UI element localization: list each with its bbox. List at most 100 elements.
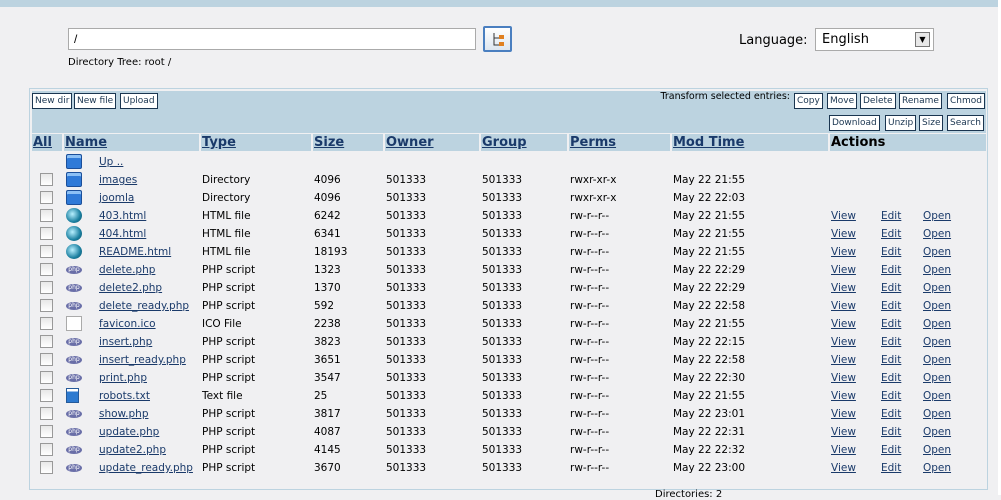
edit-link[interactable]: Edit xyxy=(881,372,901,384)
file-name-link[interactable]: insert_ready.php xyxy=(99,354,186,366)
file-name-link[interactable]: update.php xyxy=(99,426,159,438)
move-button[interactable]: Move xyxy=(827,93,858,109)
edit-link[interactable]: Edit xyxy=(881,318,901,330)
view-link[interactable]: View xyxy=(831,444,856,456)
view-link[interactable]: View xyxy=(831,372,856,384)
up-link[interactable]: Up .. xyxy=(99,156,123,168)
chmod-button[interactable]: Chmod xyxy=(947,93,985,109)
open-link[interactable]: Open xyxy=(923,228,951,240)
edit-link[interactable]: Edit xyxy=(881,264,901,276)
sort-size[interactable]: Size xyxy=(313,134,383,151)
file-name-link[interactable]: delete_ready.php xyxy=(99,300,189,312)
file-name-link[interactable]: update_ready.php xyxy=(99,462,193,474)
select-all-link[interactable]: All xyxy=(32,134,62,151)
sort-mod-time[interactable]: Mod Time xyxy=(672,134,828,151)
open-link[interactable]: Open xyxy=(923,210,951,222)
file-name-link[interactable]: delete.php xyxy=(99,264,155,276)
edit-link[interactable]: Edit xyxy=(881,300,901,312)
row-checkbox[interactable] xyxy=(40,209,53,222)
edit-link[interactable]: Edit xyxy=(881,336,901,348)
view-link[interactable]: View xyxy=(831,390,856,402)
view-link[interactable]: View xyxy=(831,336,856,348)
view-link[interactable]: View xyxy=(831,246,856,258)
edit-link[interactable]: Edit xyxy=(881,426,901,438)
file-name-link[interactable]: favicon.ico xyxy=(99,318,156,330)
open-link[interactable]: Open xyxy=(923,336,951,348)
row-checkbox[interactable] xyxy=(40,353,53,366)
file-name-link[interactable]: joomla xyxy=(99,192,134,204)
view-link[interactable]: View xyxy=(831,210,856,222)
view-link[interactable]: View xyxy=(831,354,856,366)
file-name-link[interactable]: README.html xyxy=(99,246,171,258)
copy-button[interactable]: Copy xyxy=(794,93,823,109)
file-name-link[interactable]: 403.html xyxy=(99,210,146,222)
edit-link[interactable]: Edit xyxy=(881,210,901,222)
edit-link[interactable]: Edit xyxy=(881,444,901,456)
unzip-button[interactable]: Unzip xyxy=(885,115,917,131)
row-checkbox[interactable] xyxy=(40,245,53,258)
file-name-link[interactable]: delete2.php xyxy=(99,282,162,294)
open-link[interactable]: Open xyxy=(923,408,951,420)
row-checkbox[interactable] xyxy=(40,371,53,384)
row-checkbox[interactable] xyxy=(40,317,53,330)
file-name-link[interactable]: robots.txt xyxy=(99,390,150,402)
edit-link[interactable]: Edit xyxy=(881,462,901,474)
open-link[interactable]: Open xyxy=(923,462,951,474)
edit-link[interactable]: Edit xyxy=(881,408,901,420)
file-name-link[interactable]: show.php xyxy=(99,408,149,420)
row-checkbox[interactable] xyxy=(40,461,53,474)
file-name-link[interactable]: insert.php xyxy=(99,336,152,348)
sort-owner[interactable]: Owner xyxy=(385,134,479,151)
directory-tree-button[interactable] xyxy=(483,26,512,52)
row-checkbox[interactable] xyxy=(40,443,53,456)
sort-perms[interactable]: Perms xyxy=(569,134,670,151)
view-link[interactable]: View xyxy=(831,264,856,276)
edit-link[interactable]: Edit xyxy=(881,390,901,402)
open-link[interactable]: Open xyxy=(923,444,951,456)
row-checkbox[interactable] xyxy=(40,335,53,348)
edit-link[interactable]: Edit xyxy=(881,354,901,366)
language-select[interactable]: English ▼ xyxy=(815,28,934,51)
row-checkbox[interactable] xyxy=(40,281,53,294)
view-link[interactable]: View xyxy=(831,408,856,420)
open-link[interactable]: Open xyxy=(923,426,951,438)
search-button[interactable]: Search xyxy=(947,115,984,131)
open-link[interactable]: Open xyxy=(923,246,951,258)
new-dir-button[interactable]: New dir xyxy=(32,93,73,109)
upload-button[interactable]: Upload xyxy=(120,93,158,109)
open-link[interactable]: Open xyxy=(923,300,951,312)
view-link[interactable]: View xyxy=(831,228,856,240)
sort-group[interactable]: Group xyxy=(481,134,567,151)
edit-link[interactable]: Edit xyxy=(881,282,901,294)
edit-link[interactable]: Edit xyxy=(881,246,901,258)
row-checkbox[interactable] xyxy=(40,173,53,186)
open-link[interactable]: Open xyxy=(923,390,951,402)
sort-name[interactable]: Name xyxy=(64,134,199,151)
edit-link[interactable]: Edit xyxy=(881,228,901,240)
rename-button[interactable]: Rename xyxy=(899,93,942,109)
delete-button[interactable]: Delete xyxy=(860,93,896,109)
view-link[interactable]: View xyxy=(831,300,856,312)
row-checkbox[interactable] xyxy=(40,407,53,420)
file-name-link[interactable]: images xyxy=(99,174,137,186)
row-checkbox[interactable] xyxy=(40,389,53,402)
open-link[interactable]: Open xyxy=(923,318,951,330)
file-name-link[interactable]: print.php xyxy=(99,372,147,384)
file-name-link[interactable]: update2.php xyxy=(99,444,166,456)
view-link[interactable]: View xyxy=(831,282,856,294)
size-button[interactable]: Size xyxy=(919,115,944,131)
row-checkbox[interactable] xyxy=(40,191,53,204)
open-link[interactable]: Open xyxy=(923,282,951,294)
open-link[interactable]: Open xyxy=(923,372,951,384)
view-link[interactable]: View xyxy=(831,462,856,474)
file-name-link[interactable]: 404.html xyxy=(99,228,146,240)
open-link[interactable]: Open xyxy=(923,354,951,366)
sort-type[interactable]: Type xyxy=(201,134,311,151)
row-checkbox[interactable] xyxy=(40,227,53,240)
row-checkbox[interactable] xyxy=(40,299,53,312)
path-input[interactable] xyxy=(68,28,476,50)
open-link[interactable]: Open xyxy=(923,264,951,276)
new-file-button[interactable]: New file xyxy=(74,93,117,109)
view-link[interactable]: View xyxy=(831,318,856,330)
row-checkbox[interactable] xyxy=(40,263,53,276)
